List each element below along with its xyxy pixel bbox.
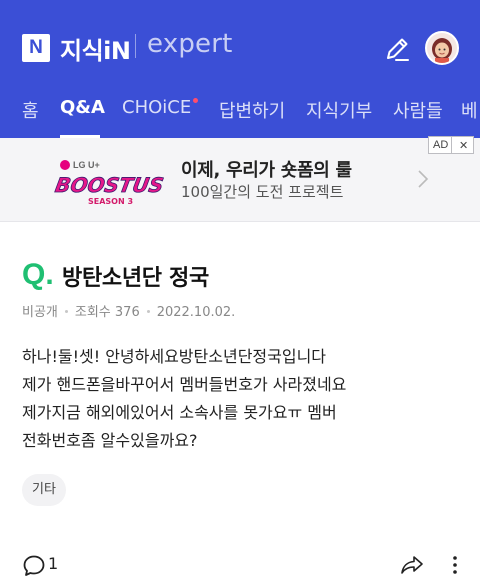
question-mark-label: Q.: [22, 258, 54, 291]
naver-logo[interactable]: N: [22, 34, 50, 62]
comment-count[interactable]: 1: [48, 554, 58, 573]
tab-knowledge-donation[interactable]: 지식기부: [306, 97, 372, 123]
tab-more[interactable]: 베: [461, 97, 478, 123]
share-icon[interactable]: [400, 554, 424, 576]
tab-answer[interactable]: 답변하기: [219, 97, 285, 123]
avatar-illustration: [427, 33, 457, 63]
top-bar: N 지식iN expert: [0, 0, 480, 92]
more-icon[interactable]: [452, 554, 458, 576]
post-date: 2022.10.02.: [156, 305, 236, 320]
author-name: 비공개: [22, 305, 58, 320]
tab-home[interactable]: 홈: [22, 97, 39, 123]
tab-qna[interactable]: Q&A: [60, 97, 105, 118]
brand-title[interactable]: 지식iN: [60, 31, 131, 66]
meta-separator: [146, 309, 150, 313]
tab-people[interactable]: 사람들: [393, 97, 443, 123]
ad-campaign-logo-text: BOOSTUS: [53, 173, 165, 197]
ad-campaign-logo-sub: SEASON 3: [88, 197, 133, 206]
brand-divider: [135, 34, 136, 58]
body-line: 제가 핸드폰을바꾸어서 멤버들번호가 사라졌네요: [22, 375, 347, 394]
body-line: 전화번호좀 알수있을까요?: [22, 431, 198, 450]
ad-advertiser-name: LG U+: [73, 160, 100, 170]
ad-label: AD: [433, 139, 449, 151]
pencil-icon[interactable]: [382, 34, 412, 64]
meta-separator: [64, 309, 68, 313]
nav-tabs: 홈 Q&A CHOiCE 답변하기 지식기부 사람들 베: [0, 92, 480, 138]
question-title: 방탄소년단 정국: [62, 266, 209, 291]
question-body: 하나!둘!셋! 안녕하세요방탄소년단정국입니다 제가 핸드폰을바꾸어서 멤버들번…: [22, 343, 462, 455]
question-footer: 1: [0, 538, 480, 587]
ad-title[interactable]: 이제, 우리가 숏폼의 룰: [181, 156, 352, 182]
ad-badge[interactable]: AD ✕: [428, 136, 474, 154]
new-indicator-dot: [193, 98, 198, 103]
comment-icon[interactable]: [22, 554, 46, 578]
expert-link[interactable]: expert: [147, 29, 233, 59]
ad-close-icon[interactable]: ✕: [459, 139, 468, 152]
body-line: 제가지금 해외에있어서 소속사를 못가요ㅠ 멤버: [22, 403, 337, 422]
category-tag[interactable]: 기타: [22, 474, 66, 506]
ad-banner[interactable]: LG U+ BOOSTUS SEASON 3 이제, 우리가 숏폼의 룰 100…: [0, 138, 480, 222]
body-line: 하나!둘!셋! 안녕하세요방탄소년단정국입니다: [22, 347, 327, 366]
ad-badge-divider: [451, 137, 452, 153]
ad-subtitle[interactable]: 100일간의 도전 프로젝트: [181, 181, 343, 202]
question-meta: 비공개 조회수 376 2022.10.02.: [22, 301, 235, 320]
ad-campaign-logo: LG U+ BOOSTUS SEASON 3: [53, 160, 166, 206]
view-count: 조회수 376: [74, 305, 140, 320]
tab-choice[interactable]: CHOiCE: [122, 97, 191, 118]
avatar[interactable]: [425, 31, 459, 65]
chevron-right-icon[interactable]: [416, 168, 430, 190]
app-header: N 지식iN expert 홈 Q&A CHOiCE 답변하기 지식기부 사람들…: [0, 0, 480, 138]
